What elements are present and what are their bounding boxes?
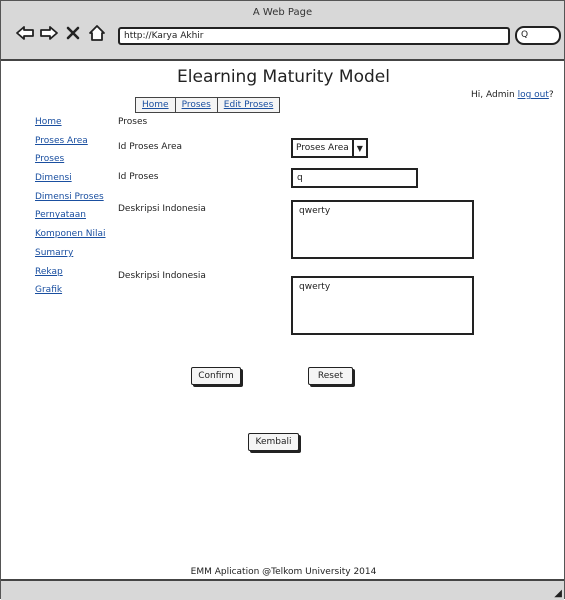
close-x-icon[interactable] [63,24,83,42]
sidebar-item-dimensi[interactable]: Dimensi [35,173,106,184]
reset-button[interactable]: Reset [308,367,353,385]
back-arrow-icon[interactable] [15,24,35,42]
sidebar-item-sumarry[interactable]: Sumarry [35,248,106,259]
id-proses-input[interactable]: q [291,168,418,188]
tab-proses[interactable]: Proses [176,98,218,112]
confirm-button[interactable]: Confirm [191,367,241,385]
page-title: Elearning Maturity Model [177,67,390,87]
deskripsi-textarea-1[interactable]: qwerty [291,200,474,259]
url-input[interactable]: http://Karya Akhir [118,27,510,45]
browser-search-input[interactable]: Q [515,26,561,45]
sidebar-item-pernyataan[interactable]: Pernyataan [35,210,106,221]
deskripsi-label-1: Deskripsi Indonesia [118,204,206,214]
back-button[interactable]: Kembali [248,433,299,451]
home-icon[interactable] [87,24,107,42]
logout-link[interactable]: log out [518,90,549,100]
id-proses-area-value: Proses Area [296,143,349,153]
footer-text: EMM Aplication @Telkom University 2014 [190,567,377,577]
browser-toolbar: A Web Page http://Karya Akhir Q [1,1,564,61]
forward-arrow-icon[interactable] [39,24,59,42]
resize-grip-icon[interactable]: ◢ [554,588,562,599]
section-title: Proses [118,117,148,127]
greeting-suffix: ? [548,90,554,100]
browser-window: A Web Page http://Karya Akhir Q Elearnin… [0,0,565,600]
id-proses-area-label: Id Proses Area [118,142,182,152]
sidebar-item-proses[interactable]: Proses [35,154,106,165]
tab-edit-proses[interactable]: Edit Proses [218,98,279,112]
sidebar-item-grafik[interactable]: Grafik [35,285,106,296]
status-bar: ◢ [1,579,564,600]
sidebar-item-proses-area[interactable]: Proses Area [35,136,106,147]
id-proses-area-select[interactable]: Proses Area ▼ [291,138,368,158]
sidebar-nav: Home Proses Area Proses Dimensi Dimensi … [35,117,106,304]
greeting-text: Hi, Admin [471,90,515,100]
breadcrumb-tabs: Home Proses Edit Proses [135,97,281,113]
user-greeting: Hi, Admin log out? [471,90,554,100]
id-proses-label: Id Proses [118,172,159,182]
sidebar-item-dimensi-proses[interactable]: Dimensi Proses [35,192,106,203]
sidebar-item-home[interactable]: Home [35,117,106,128]
deskripsi-textarea-2[interactable]: qwerty [291,276,474,335]
sidebar-item-komponen-nilai[interactable]: Komponen Nilai [35,229,106,240]
sidebar-item-rekap[interactable]: Rekap [35,267,106,278]
tab-home[interactable]: Home [136,98,176,112]
window-title: A Web Page [252,7,313,18]
deskripsi-label-2: Deskripsi Indonesia [118,271,206,281]
dropdown-arrow-icon[interactable]: ▼ [351,140,366,156]
